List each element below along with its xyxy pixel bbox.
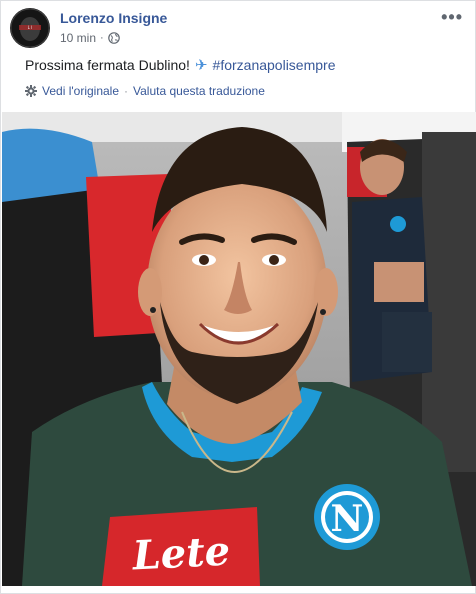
author-name[interactable]: Lorenzo Insigne xyxy=(60,10,167,26)
airplane-icon: ✈ xyxy=(194,57,208,74)
svg-text:N: N xyxy=(331,498,364,540)
facebook-post: L I Lorenzo Insigne 10 min · ••• Prossim… xyxy=(0,0,476,594)
globe-icon[interactable] xyxy=(107,32,120,44)
translation-separator: · xyxy=(124,84,129,98)
post-timestamp[interactable]: 10 min xyxy=(60,31,96,45)
post-meta: 10 min · xyxy=(60,31,120,45)
gear-icon[interactable] xyxy=(25,85,37,97)
shirt-sponsor-logo: Lete xyxy=(102,507,260,586)
author-avatar[interactable]: L I xyxy=(10,8,50,48)
napoli-crest: N xyxy=(314,484,380,550)
see-original-link[interactable]: Vedi l'originale xyxy=(42,84,119,98)
svg-text:Lete: Lete xyxy=(130,527,231,579)
post-body: Prossima fermata Dublino! ✈ #forzanapoli… xyxy=(25,56,336,74)
rate-translation-link[interactable]: Valuta questa traduzione xyxy=(133,84,265,98)
translation-bar: Vedi l'originale · Valuta questa traduzi… xyxy=(25,84,265,98)
meta-separator: · xyxy=(100,32,104,44)
hashtag-link[interactable]: #forzanapolisempre xyxy=(213,57,336,73)
more-options-button[interactable]: ••• xyxy=(441,7,463,28)
post-text: Prossima fermata Dublino! xyxy=(25,57,190,73)
svg-text:L I: L I xyxy=(28,25,33,30)
post-photo[interactable]: Lete N xyxy=(2,112,476,586)
